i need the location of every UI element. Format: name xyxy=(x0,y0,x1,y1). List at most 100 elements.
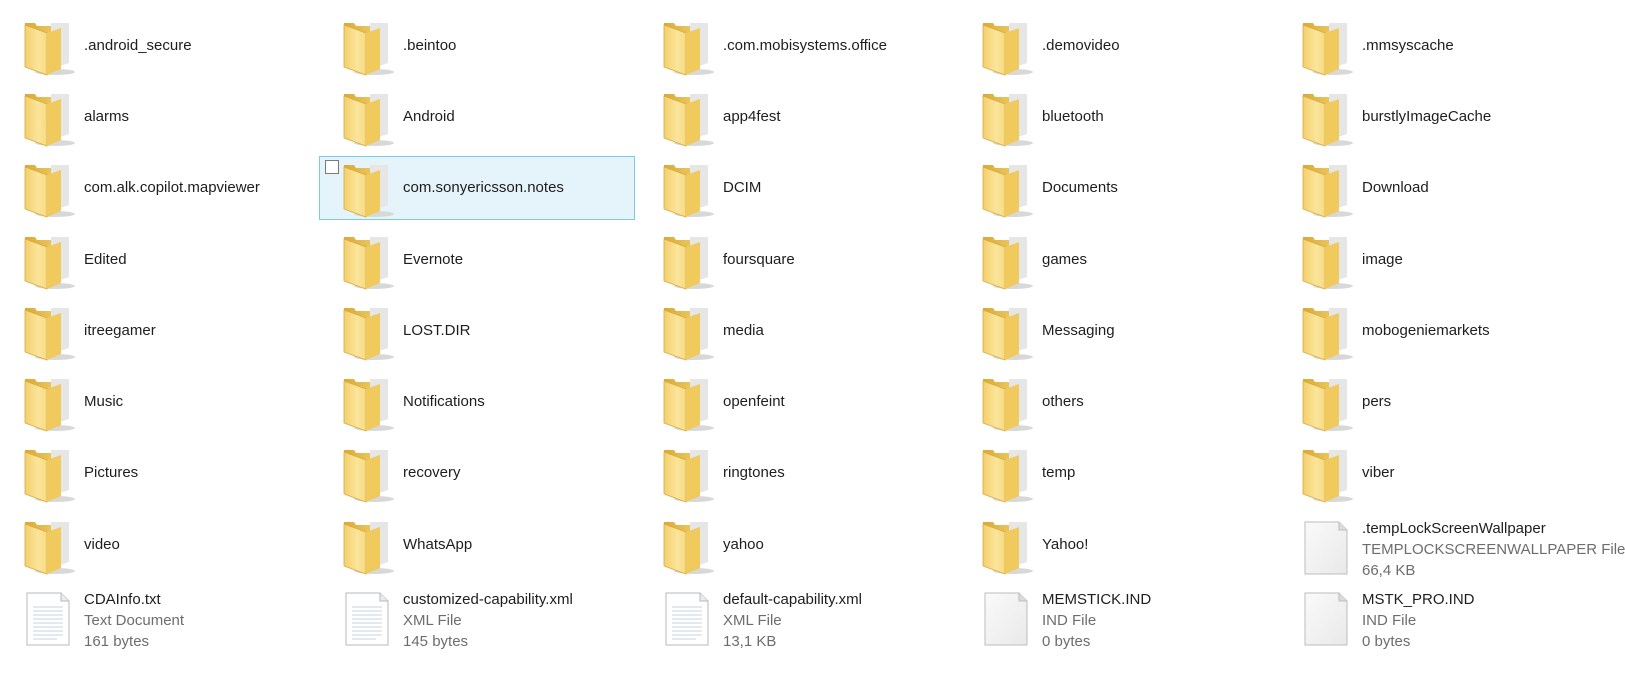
folder-item-video[interactable]: video xyxy=(0,513,316,577)
folder-item-bluetooth[interactable]: bluetooth xyxy=(958,85,1274,149)
item-name: Android xyxy=(403,108,455,125)
folder-icon xyxy=(1299,161,1353,219)
item-name: customized-capability.xml xyxy=(403,591,573,608)
folder-item-viber[interactable]: viber xyxy=(1278,441,1594,505)
folder-item-documents[interactable]: Documents xyxy=(958,156,1274,220)
item-name: ringtones xyxy=(723,464,785,481)
folder-icon xyxy=(340,161,394,219)
folder-item-games[interactable]: games xyxy=(958,228,1274,292)
item-size: 161 bytes xyxy=(84,633,150,650)
item-name: CDAInfo.txt xyxy=(84,591,161,608)
folder-item-openfeint[interactable]: openfeint xyxy=(639,370,955,434)
item-type: IND File xyxy=(1042,612,1097,629)
item-size: 66,4 KB xyxy=(1362,562,1416,579)
folder-item-lost-dir[interactable]: LOST.DIR xyxy=(319,299,635,363)
folder-icon xyxy=(979,446,1033,504)
folder-icon xyxy=(660,375,714,433)
item-name: Documents xyxy=(1042,179,1118,196)
folder-icon xyxy=(340,518,394,576)
folder-item-burstlyimagecache[interactable]: burstlyImageCache xyxy=(1278,85,1594,149)
item-type: IND File xyxy=(1362,612,1417,629)
folder-item-com-sonyericsson-notes[interactable]: com.sonyericsson.notes xyxy=(319,156,635,220)
folder-icon xyxy=(21,518,75,576)
folder-icon xyxy=(660,518,714,576)
folder-item-whatsapp[interactable]: WhatsApp xyxy=(319,513,635,577)
item-name: .com.mobisystems.office xyxy=(723,37,887,54)
item-name: bluetooth xyxy=(1042,108,1104,125)
folder-item-android-secure[interactable]: .android_secure xyxy=(0,14,316,78)
item-name: .android_secure xyxy=(84,37,192,54)
folder-item-media[interactable]: media xyxy=(639,299,955,363)
text-file-icon xyxy=(660,589,714,647)
item-name: MSTK_PRO.IND xyxy=(1362,591,1475,608)
folder-icon xyxy=(21,90,75,148)
item-name: viber xyxy=(1362,464,1395,481)
folder-item-pers[interactable]: pers xyxy=(1278,370,1594,434)
file-item-cdainfo-txt[interactable]: CDAInfo.txt Text Document 161 bytes xyxy=(0,584,316,650)
item-name: yahoo xyxy=(723,536,764,553)
folder-item-mobogeniemarkets[interactable]: mobogeniemarkets xyxy=(1278,299,1594,363)
item-name: games xyxy=(1042,251,1088,268)
folder-item-pictures[interactable]: Pictures xyxy=(0,441,316,505)
folder-icon xyxy=(1299,304,1353,362)
folder-icon xyxy=(340,446,394,504)
item-name: video xyxy=(84,536,120,553)
folder-icon xyxy=(1299,233,1353,291)
folder-icon xyxy=(660,233,714,291)
folder-item-others[interactable]: others xyxy=(958,370,1274,434)
folder-icon xyxy=(979,518,1033,576)
file-item-mstk-pro-ind[interactable]: MSTK_PRO.IND IND File 0 bytes xyxy=(1278,584,1594,650)
folder-item-dcim[interactable]: DCIM xyxy=(639,156,955,220)
item-name: mobogeniemarkets xyxy=(1362,322,1490,339)
file-item-customized-capability-xml[interactable]: customized-capability.xml XML File 145 byt… xyxy=(319,584,635,650)
folder-item-music[interactable]: Music xyxy=(0,370,316,434)
item-name: Yahoo! xyxy=(1042,536,1089,553)
folder-item-download[interactable]: Download xyxy=(1278,156,1594,220)
folder-item-beintoo[interactable]: .beintoo xyxy=(319,14,635,78)
file-tiles-view: .android_secure .beintoo .com.mobisystems.… xyxy=(0,0,1625,690)
folder-icon xyxy=(1299,90,1353,148)
blank-file-icon xyxy=(979,589,1033,647)
item-type: TEMPLOCKSCREENWALLPAPER File xyxy=(1362,541,1625,558)
folder-item-itreegamer[interactable]: itreegamer xyxy=(0,299,316,363)
folder-item-messaging[interactable]: Messaging xyxy=(958,299,1274,363)
selection-checkbox[interactable] xyxy=(325,160,339,174)
folder-item-alarms[interactable]: alarms xyxy=(0,85,316,149)
item-name: pers xyxy=(1362,393,1392,410)
folder-item-temp[interactable]: temp xyxy=(958,441,1274,505)
item-type: XML File xyxy=(723,612,782,629)
file-item-memstick-ind[interactable]: MEMSTICK.IND IND File 0 bytes xyxy=(958,584,1274,650)
file-item-templockscreenwallpaper[interactable]: .tempLockScreenWallpaper TEMPLOCKSCREENWA… xyxy=(1278,513,1625,579)
folder-item-com-alk-copilot-mapviewer[interactable]: com.alk.copilot.mapviewer xyxy=(0,156,316,220)
folder-icon xyxy=(21,375,75,433)
folder-item-yahoo[interactable]: yahoo xyxy=(639,513,955,577)
folder-item-ringtones[interactable]: ringtones xyxy=(639,441,955,505)
folder-item-mmsyscache[interactable]: .mmsyscache xyxy=(1278,14,1594,78)
item-name: com.alk.copilot.mapviewer xyxy=(84,179,260,196)
folder-item-foursquare[interactable]: foursquare xyxy=(639,228,955,292)
folder-item-demovideo[interactable]: .demovideo xyxy=(958,14,1274,78)
item-name: recovery xyxy=(403,464,461,481)
item-name: openfeint xyxy=(723,393,785,410)
folder-icon xyxy=(340,304,394,362)
folder-item-evernote[interactable]: Evernote xyxy=(319,228,635,292)
file-item-default-capability-xml[interactable]: default-capability.xml XML File 13,1 KB xyxy=(639,584,955,650)
folder-icon xyxy=(340,375,394,433)
item-name: com.sonyericsson.notes xyxy=(403,179,564,196)
item-name: Download xyxy=(1362,179,1429,196)
folder-item-edited[interactable]: Edited xyxy=(0,228,316,292)
folder-item-app4fest[interactable]: app4fest xyxy=(639,85,955,149)
folder-icon xyxy=(979,19,1033,77)
folder-item-recovery[interactable]: recovery xyxy=(319,441,635,505)
folder-item-yahoo[interactable]: Yahoo! xyxy=(958,513,1274,577)
item-name: media xyxy=(723,322,764,339)
item-name: Edited xyxy=(84,251,127,268)
folder-item-image[interactable]: image xyxy=(1278,228,1594,292)
folder-item-notifications[interactable]: Notifications xyxy=(319,370,635,434)
item-name: itreegamer xyxy=(84,322,156,339)
text-file-icon xyxy=(340,589,394,647)
folder-item-com-mobisystems-office[interactable]: .com.mobisystems.office xyxy=(639,14,955,78)
item-name: others xyxy=(1042,393,1084,410)
folder-item-android[interactable]: Android xyxy=(319,85,635,149)
text-file-icon xyxy=(21,589,75,647)
